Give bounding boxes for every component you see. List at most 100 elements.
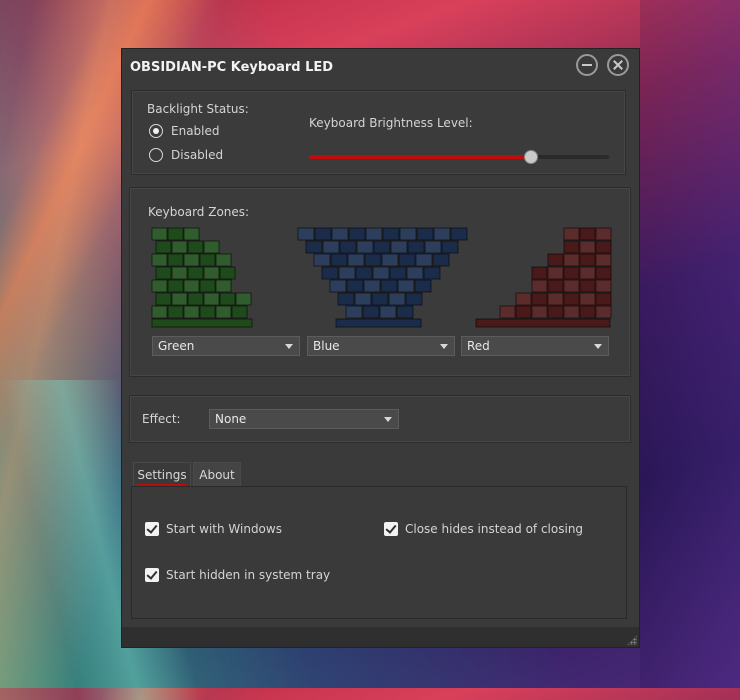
chevron-down-icon xyxy=(594,344,602,349)
keycap xyxy=(381,253,399,267)
keycap xyxy=(579,279,596,293)
keycap xyxy=(371,292,389,306)
brightness-slider-fill xyxy=(309,155,531,159)
keycap xyxy=(563,253,580,267)
keycap xyxy=(354,292,372,306)
keycap xyxy=(314,227,332,241)
keycap xyxy=(531,292,548,306)
keycap xyxy=(183,227,200,241)
keycap xyxy=(151,253,168,267)
keycap xyxy=(151,305,168,319)
effect-panel: Effect: None xyxy=(129,395,631,443)
keycap xyxy=(235,292,252,306)
keycap xyxy=(388,292,406,306)
keycap xyxy=(563,240,580,254)
keycap xyxy=(219,266,236,280)
start-with-windows-checkbox[interactable] xyxy=(145,522,159,536)
zone-right-keys[interactable] xyxy=(475,227,612,328)
close-circle-icon[interactable] xyxy=(607,54,629,76)
keycap xyxy=(348,227,366,241)
keycap xyxy=(347,253,365,267)
tab-settings[interactable]: Settings xyxy=(133,462,191,486)
keycap xyxy=(547,266,564,280)
brightness-slider[interactable] xyxy=(309,150,609,164)
keycap xyxy=(563,266,580,280)
effect-select[interactable]: None xyxy=(209,409,399,429)
keycap xyxy=(380,279,398,293)
keycap xyxy=(203,292,220,306)
keycap xyxy=(215,305,232,319)
keycap xyxy=(322,240,340,254)
zone-middle-color-value: Blue xyxy=(313,339,340,353)
keycap xyxy=(595,227,612,241)
keycap xyxy=(219,292,236,306)
keycap xyxy=(151,227,168,241)
keycap xyxy=(405,292,423,306)
keycap xyxy=(215,279,232,293)
keycap xyxy=(199,253,216,267)
brightness-label: Keyboard Brightness Level: xyxy=(309,116,473,130)
keycap xyxy=(432,253,450,267)
radio-enabled-label[interactable]: Enabled xyxy=(171,124,220,138)
close-hides-label[interactable]: Close hides instead of closing xyxy=(405,522,583,536)
app-window: OBSIDIAN-PC Keyboard LED Backlight Statu… xyxy=(121,48,640,648)
backlight-panel: Backlight Status: Enabled Disabled Keybo… xyxy=(131,90,626,175)
keycap xyxy=(203,240,220,254)
zone-left-color-select[interactable]: Green xyxy=(152,336,300,356)
zone-right-color-select[interactable]: Red xyxy=(461,336,609,356)
keyboard-zones-illustration xyxy=(151,227,612,328)
keycap xyxy=(183,253,200,267)
chevron-down-icon xyxy=(384,417,392,422)
keycap xyxy=(563,227,580,241)
radio-disabled-label[interactable]: Disabled xyxy=(171,148,223,162)
keycap xyxy=(450,227,468,241)
zone-middle-color-select[interactable]: Blue xyxy=(307,336,455,356)
keycap xyxy=(231,305,248,319)
keycap xyxy=(433,227,451,241)
keycap xyxy=(171,292,188,306)
keycap xyxy=(407,240,425,254)
keycap xyxy=(373,240,391,254)
start-hidden-label[interactable]: Start hidden in system tray xyxy=(166,568,330,582)
keycap xyxy=(167,305,184,319)
radio-enabled[interactable] xyxy=(149,124,163,138)
keycap xyxy=(382,227,400,241)
zone-left-color-value: Green xyxy=(158,339,195,353)
keycap xyxy=(595,292,612,306)
keycap xyxy=(515,305,532,319)
keycap xyxy=(379,305,397,319)
start-with-windows-label[interactable]: Start with Windows xyxy=(166,522,282,536)
keycap xyxy=(355,266,373,280)
keycap xyxy=(167,253,184,267)
keycap xyxy=(215,253,232,267)
title-bar[interactable]: OBSIDIAN-PC Keyboard LED xyxy=(122,49,639,87)
keycap xyxy=(441,240,459,254)
effect-value: None xyxy=(215,412,247,426)
tab-about[interactable]: About xyxy=(193,462,241,486)
keycap xyxy=(338,266,356,280)
keycap xyxy=(337,292,355,306)
close-hides-checkbox[interactable] xyxy=(384,522,398,536)
keycap xyxy=(595,253,612,267)
keycap xyxy=(563,292,580,306)
start-hidden-checkbox[interactable] xyxy=(145,568,159,582)
keycap xyxy=(155,240,172,254)
keycap xyxy=(398,253,416,267)
zone-middle-keys[interactable] xyxy=(297,227,468,328)
keycap xyxy=(313,253,331,267)
keycap xyxy=(416,227,434,241)
zone-left-keys[interactable] xyxy=(151,227,253,328)
keycap xyxy=(346,279,364,293)
radio-disabled[interactable] xyxy=(149,148,163,162)
resize-grip-icon[interactable] xyxy=(627,635,637,645)
keycap xyxy=(579,266,596,280)
keycap xyxy=(423,266,441,280)
keycap xyxy=(187,240,204,254)
status-bar xyxy=(122,627,639,647)
brightness-slider-handle[interactable] xyxy=(524,150,538,164)
keycap xyxy=(187,266,204,280)
keycap xyxy=(595,279,612,293)
keycap xyxy=(345,305,363,319)
keycap xyxy=(396,305,414,319)
minimize-circle-icon[interactable] xyxy=(576,54,598,76)
